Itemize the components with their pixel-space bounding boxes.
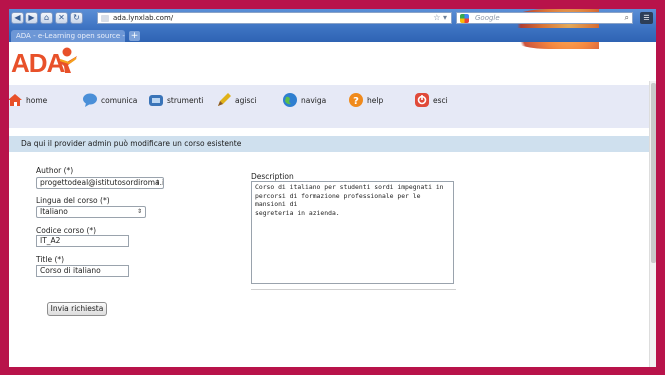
pencil-icon — [218, 93, 231, 106]
menu-item-strumenti[interactable]: strumenti — [148, 91, 203, 109]
menu-label: strumenti — [167, 95, 204, 105]
submit-button[interactable]: Invia richiesta — [47, 302, 107, 316]
menu-item-home[interactable]: home — [9, 91, 47, 109]
tab-strip: ADA - e-Learning open source - Home + — [9, 28, 656, 42]
back-icon[interactable]: ◀ — [11, 12, 24, 24]
lingua-label: Lingua del corso (*) — [36, 196, 110, 205]
menu-item-comunica[interactable]: comunica — [82, 91, 137, 109]
ada-mascot-icon — [57, 47, 77, 73]
stop-icon[interactable]: ✕ — [55, 12, 68, 24]
divider — [251, 289, 456, 290]
home-browser-icon[interactable]: ⌂ — [40, 12, 53, 24]
search-icon[interactable]: ⌕ — [625, 13, 629, 23]
main-menu: home comunica strumenti agisci naviga ? … — [9, 85, 649, 128]
description-textarea[interactable]: Corso di italiano per studenti sordi imp… — [251, 181, 454, 284]
site-identity-icon[interactable] — [101, 15, 109, 22]
menu-label: help — [367, 95, 384, 105]
home-icon — [9, 94, 22, 106]
codice-label: Codice corso (*) — [36, 226, 97, 235]
menu-label: esci — [433, 95, 448, 105]
menu-icon[interactable]: ☰ — [640, 12, 653, 24]
title-label: Title (*) — [36, 255, 65, 264]
title-input[interactable]: Corso di italiano — [36, 265, 129, 277]
menu-label: agisci — [235, 95, 257, 105]
menu-item-agisci[interactable]: agisci — [216, 91, 257, 109]
author-select-value: progettodeal@istitutosordiroma.it — [40, 178, 164, 187]
menu-label: comunica — [101, 95, 138, 105]
info-message: Da qui il provider admin può modificare … — [9, 136, 649, 152]
new-tab-button[interactable]: + — [129, 31, 140, 41]
select-arrow-icon: ⇕ — [154, 179, 160, 186]
author-label: Author (*) — [36, 166, 74, 175]
scrollbar-thumb[interactable] — [651, 83, 656, 263]
lingua-select[interactable]: Italiano ⇕ — [36, 206, 146, 218]
address-bar[interactable]: ada.lynxlab.com/ ☆ ▾ — [97, 12, 452, 24]
page-scrollbar[interactable] — [649, 81, 656, 367]
lingua-select-value: Italiano — [40, 207, 68, 216]
reload-icon[interactable]: ↻ — [70, 12, 83, 24]
menu-label: home — [26, 95, 48, 105]
globe-icon — [283, 93, 297, 107]
help-icon: ? — [349, 93, 363, 107]
svg-text:?: ? — [353, 96, 359, 107]
codice-input[interactable]: IT_A2 — [36, 235, 129, 247]
forward-icon[interactable]: ▶ — [25, 12, 38, 24]
search-bar[interactable]: Google ⌕ — [456, 12, 633, 24]
menu-item-naviga[interactable]: naviga — [282, 91, 326, 109]
bookmark-star-icon[interactable]: ☆ ▾ — [433, 13, 447, 22]
chat-bubble-icon — [83, 93, 97, 107]
url-text[interactable]: ada.lynxlab.com/ — [113, 14, 173, 22]
description-label: Description — [251, 172, 294, 181]
menu-item-esci[interactable]: esci — [414, 91, 448, 109]
menu-label: naviga — [301, 95, 327, 105]
tools-icon — [149, 95, 163, 106]
google-icon[interactable] — [460, 14, 469, 23]
exit-icon — [415, 93, 429, 107]
search-placeholder: Google — [475, 14, 500, 22]
menu-item-help[interactable]: ? help — [348, 91, 383, 109]
browser-window: ◀ ▶ ⌂ ✕ ↻ ada.lynxlab.com/ ☆ ▾ Google ⌕ … — [9, 9, 656, 367]
browser-tab[interactable]: ADA - e-Learning open source - Home — [11, 30, 125, 42]
author-select[interactable]: progettodeal@istitutosordiroma.it ⇕ — [36, 177, 164, 189]
browser-toolbar: ◀ ▶ ⌂ ✕ ↻ ada.lynxlab.com/ ☆ ▾ Google ⌕ … — [9, 9, 656, 49]
select-arrow-icon: ⇕ — [136, 208, 142, 215]
